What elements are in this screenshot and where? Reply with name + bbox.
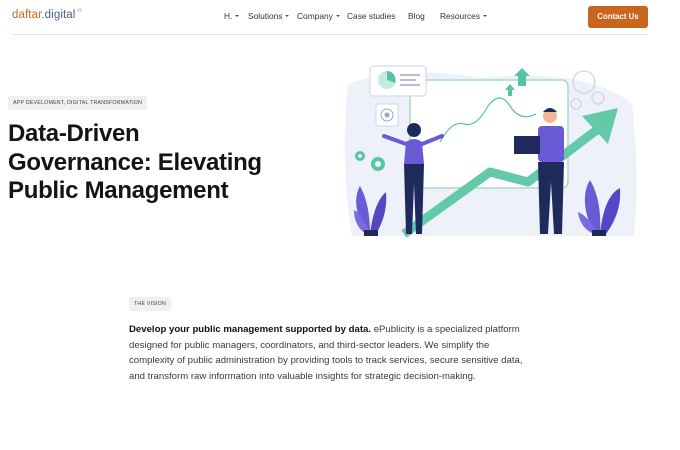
nav-item-solutions[interactable]: Solutions xyxy=(248,11,290,21)
main-nav: H. Solutions Company Case studies Blog R… xyxy=(0,11,680,25)
hero-illustration xyxy=(344,65,637,238)
site-header: daftar.digital ²³ H. Solutions Company Ca… xyxy=(0,0,680,34)
nav-item-blog[interactable]: Blog xyxy=(408,11,425,21)
chevron-down-icon xyxy=(235,15,240,17)
chevron-down-icon xyxy=(285,15,290,17)
nav-item-company[interactable]: Company xyxy=(297,11,340,21)
chevron-down-icon xyxy=(483,15,488,17)
hero-category-tag: APP DEVELOMENT, DIGITAL TRANSFORMATION xyxy=(8,96,148,110)
title-line: Data-Driven xyxy=(8,120,140,147)
nav-item-home[interactable]: H. xyxy=(224,11,240,21)
header-divider xyxy=(12,34,648,35)
page-title: Data-Driven Governance: Elevating Public… xyxy=(8,120,308,206)
title-line: Public Management xyxy=(8,177,229,204)
contact-us-button[interactable]: Contact Us xyxy=(588,6,648,28)
nav-item-label: Case studies xyxy=(347,11,396,21)
nav-item-label: Company xyxy=(297,11,333,21)
nav-item-label: Resources xyxy=(440,11,481,21)
chevron-down-icon xyxy=(335,15,340,17)
nav-item-case-studies[interactable]: Case studies xyxy=(347,11,395,21)
vision-tag: THE VISION xyxy=(129,297,172,311)
nav-item-label: H. xyxy=(224,11,233,21)
title-line: Governance: Elevating xyxy=(8,148,262,176)
nav-item-label: Blog xyxy=(408,11,425,21)
vision-paragraph: Develop your public management supported… xyxy=(129,322,537,384)
nav-item-label: Solutions xyxy=(248,11,283,21)
nav-item-resources[interactable]: Resources xyxy=(440,11,488,21)
vision-lead: Develop your public management supported… xyxy=(129,324,372,335)
